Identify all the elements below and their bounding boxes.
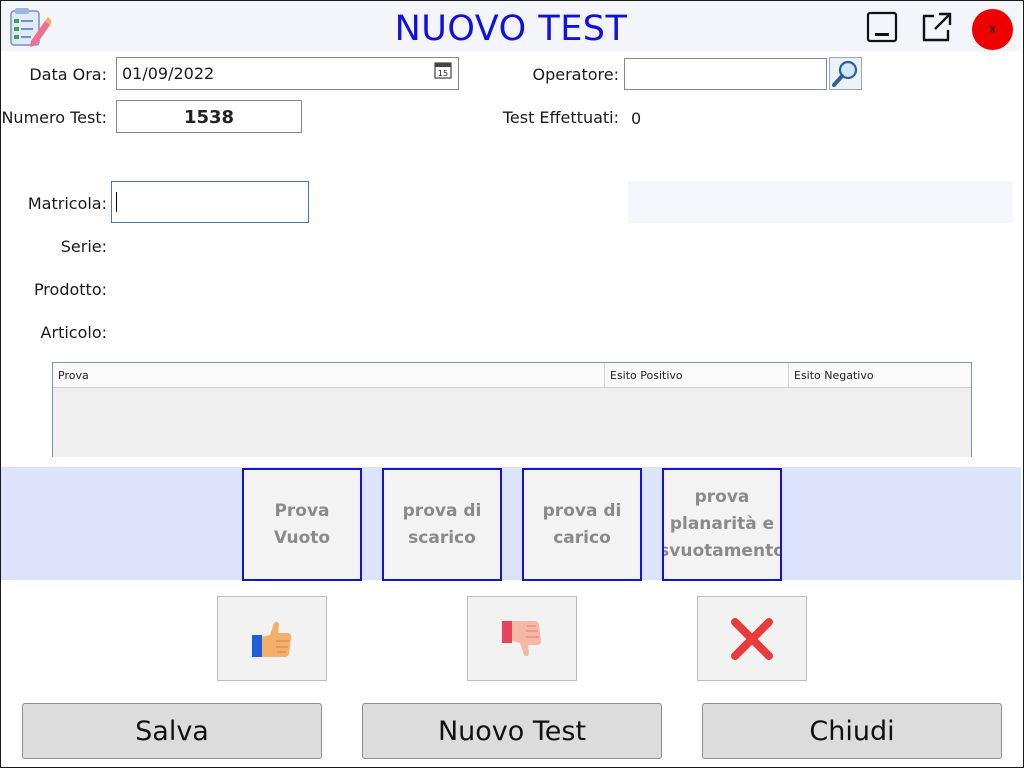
- test-effettuati-label: Test Effettuati:: [502, 108, 619, 127]
- data-ora-value: 01/09/2022: [122, 64, 215, 83]
- esito-positivo-button[interactable]: [217, 596, 327, 681]
- test-effettuati-value: 0: [631, 109, 642, 128]
- minimize-icon[interactable]: [866, 11, 898, 43]
- matricola-label: Matricola:: [27, 194, 107, 213]
- thumbs-down-icon: [502, 620, 542, 656]
- prova-carico-button[interactable]: prova di carico: [522, 468, 642, 581]
- data-ora-field[interactable]: 01/09/2022 15: [116, 57, 459, 90]
- operatore-label: Operatore:: [532, 65, 620, 84]
- column-header-esito-positivo[interactable]: Esito Positivo: [604, 363, 787, 387]
- magnifier-icon: [832, 60, 858, 87]
- calendar-icon[interactable]: 15: [434, 61, 452, 79]
- calendar-day: 15: [438, 69, 448, 78]
- esito-negativo-button[interactable]: [467, 596, 577, 681]
- title-bar: NUOVO TEST x: [1, 1, 1021, 51]
- thumbs-up-icon: [252, 621, 292, 657]
- external-open-icon[interactable]: [921, 11, 953, 43]
- prove-grid[interactable]: Prova Esito Positivo Esito Negativo: [52, 362, 972, 457]
- operatore-input[interactable]: [624, 58, 827, 90]
- red-x-icon: [731, 617, 773, 660]
- close-window-button[interactable]: x: [972, 9, 1013, 50]
- salva-button[interactable]: Salva: [22, 703, 322, 759]
- articolo-label: Articolo:: [40, 323, 107, 342]
- prova-vuoto-button[interactable]: Prova Vuoto: [242, 468, 362, 581]
- chiudi-button[interactable]: Chiudi: [702, 703, 1002, 759]
- matricola-input[interactable]: [111, 181, 309, 223]
- serie-label: Serie:: [60, 237, 107, 256]
- text-caret: [116, 192, 117, 212]
- column-header-esito-negativo[interactable]: Esito Negativo: [788, 363, 971, 387]
- operatore-search-button[interactable]: [829, 57, 862, 90]
- nuovo-test-button[interactable]: Nuovo Test: [362, 703, 662, 759]
- annulla-esito-button[interactable]: [697, 596, 807, 681]
- product-info-panel: [628, 181, 1013, 223]
- prodotto-label: Prodotto:: [33, 280, 107, 299]
- prova-planarita-button[interactable]: prova planarità e svuotamento: [662, 468, 782, 581]
- grid-header: Prova Esito Positivo Esito Negativo: [53, 363, 971, 388]
- data-ora-label: Data Ora:: [29, 65, 107, 84]
- column-header-prova[interactable]: Prova: [53, 363, 603, 387]
- numero-test-label: Numero Test:: [1, 108, 107, 127]
- prova-scarico-button[interactable]: prova di scarico: [382, 468, 502, 581]
- prove-band: [1, 467, 1021, 580]
- numero-test-value: 1538: [116, 100, 302, 133]
